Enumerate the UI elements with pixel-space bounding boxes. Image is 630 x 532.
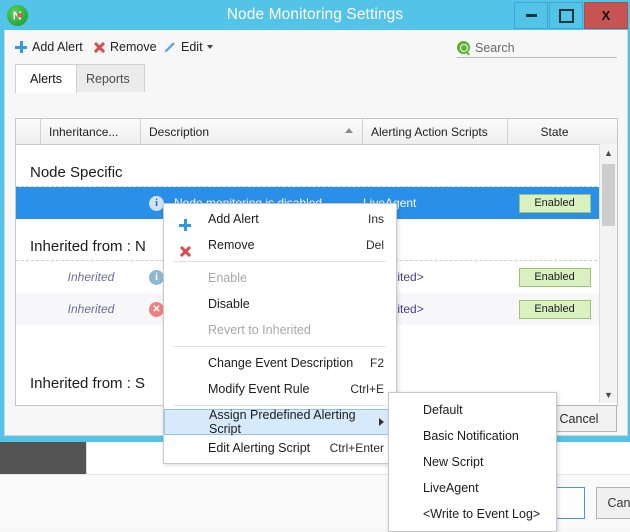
row-inheritance [41,187,141,219]
submenu-item-write-to-event-log[interactable]: <Write to Event Log> [389,501,556,527]
tab-alerts-label: Alerts [30,72,62,86]
chevron-down-icon [207,45,213,49]
menu-item-remove[interactable]: Remove Del [164,232,396,258]
vertical-scrollbar[interactable]: ▲ ▼ [599,144,617,403]
window-controls: X [513,2,628,29]
menu-item-remove-shortcut: Del [366,238,384,252]
menu-item-add-alert-label: Add Alert [208,212,259,226]
remove-button[interactable]: Remove [93,38,157,56]
tab-reports[interactable]: Reports [71,64,145,92]
menu-item-assign-predefined-alerting-script[interactable]: Assign Predefined Alerting Script [164,409,396,435]
menu-item-edit-alerting-script[interactable]: Edit Alerting Script Ctrl+Enter [164,435,396,461]
status-badge: Enabled [519,194,591,213]
row-inheritance: Inherited [41,293,141,325]
row-inheritance: Inherited [41,261,141,293]
info-icon: i [149,196,164,211]
submenu-item-basic-notification[interactable]: Basic Notification [389,423,556,449]
context-menu: Add Alert Ins Remove Del Enable Disable … [163,203,397,464]
tab-alerts[interactable]: Alerts [15,64,77,93]
menu-separator [174,346,386,347]
row-spacer [16,187,41,219]
menu-item-add-alert[interactable]: Add Alert Ins [164,206,396,232]
menu-item-disable[interactable]: Disable [164,291,396,317]
alerting-script-submenu: Default Basic Notification New Script Li… [388,392,557,532]
edit-label: Edit [181,40,203,54]
backdrop-dark-panel [0,441,86,474]
group-header-node-specific: Node Specific [16,145,617,187]
column-header-inheritance-label: Inheritance... [49,125,118,139]
info-icon: i [149,270,164,285]
submenu-item-new-script[interactable]: New Script [389,449,556,475]
column-header-description-label: Description [149,125,209,139]
column-header-scripts-label: Alerting Action Scripts [371,125,488,139]
row-spacer [16,293,41,325]
scroll-up-icon[interactable]: ▲ [600,144,617,161]
menu-item-edit-alerting-script-label: Edit Alerting Script [208,441,310,455]
menu-item-edit-alerting-script-shortcut: Ctrl+Enter [330,441,384,455]
menu-item-modify-event-rule-shortcut: Ctrl+E [350,382,384,396]
menu-item-enable: Enable [164,265,396,291]
column-header-scripts[interactable]: Alerting Action Scripts [363,119,508,144]
column-header-icon[interactable] [16,119,41,144]
submenu-item-default[interactable]: Default [389,397,556,423]
minimize-button[interactable] [514,2,548,29]
menu-item-revert-to-inherited-label: Revert to Inherited [208,323,311,337]
menu-item-enable-label: Enable [208,271,247,285]
column-header-description[interactable]: Description [141,119,363,144]
menu-item-revert-to-inherited: Revert to Inherited [164,317,396,343]
menu-item-change-event-description-shortcut: F2 [370,356,384,370]
menu-item-modify-event-rule[interactable]: Modify Event Rule Ctrl+E [164,376,396,402]
chevron-right-icon [379,418,384,426]
tab-bar: Alerts Reports [15,64,627,91]
menu-item-change-event-description[interactable]: Change Event Description F2 [164,350,396,376]
backdrop-cancel-button[interactable]: Cancel [596,487,630,519]
tab-reports-label: Reports [86,72,130,86]
edit-menu-button[interactable]: Edit [163,38,213,56]
pencil-icon [163,41,176,54]
search-placeholder: Search [475,41,515,55]
menu-item-add-alert-shortcut: Ins [368,212,384,226]
title-bar: Node Monitoring Settings X [0,0,630,30]
menu-separator [174,405,386,406]
submenu-item-liveagent[interactable]: LiveAgent [389,475,556,501]
maximize-icon [559,9,574,23]
row-state: Enabled [508,293,601,325]
plus-icon [15,41,27,53]
add-alert-button[interactable]: Add Alert [15,38,83,56]
status-badge: Enabled [519,300,591,319]
scrollbar-thumb[interactable] [602,164,615,226]
menu-item-disable-label: Disable [208,297,250,311]
search-input[interactable]: Search [457,38,617,58]
menu-item-assign-predefined-alerting-script-label: Assign Predefined Alerting Script [209,408,383,436]
x-icon [93,41,105,53]
remove-label: Remove [110,40,157,54]
search-icon [457,41,470,54]
toolbar: Add Alert Remove Edit Search [5,30,627,64]
error-icon: ✕ [149,302,164,317]
row-state: Enabled [508,187,601,219]
grid-header-row: Inheritance... Description Alerting Acti… [16,119,617,145]
menu-item-change-event-description-label: Change Event Description [208,356,353,370]
sort-ascending-icon [345,128,353,133]
minimize-icon [526,14,537,17]
close-button[interactable]: X [584,2,628,29]
add-alert-label: Add Alert [32,40,83,54]
menu-separator [174,261,386,262]
status-badge: Enabled [519,268,591,287]
column-header-state[interactable]: State [508,119,601,144]
close-icon: X [602,8,611,23]
column-header-inheritance[interactable]: Inheritance... [41,119,141,144]
menu-item-modify-event-rule-label: Modify Event Rule [208,382,309,396]
row-spacer [16,261,41,293]
row-state: Enabled [508,261,601,293]
column-header-state-label: State [540,125,568,139]
menu-item-remove-label: Remove [208,238,255,252]
maximize-button[interactable] [549,2,583,29]
